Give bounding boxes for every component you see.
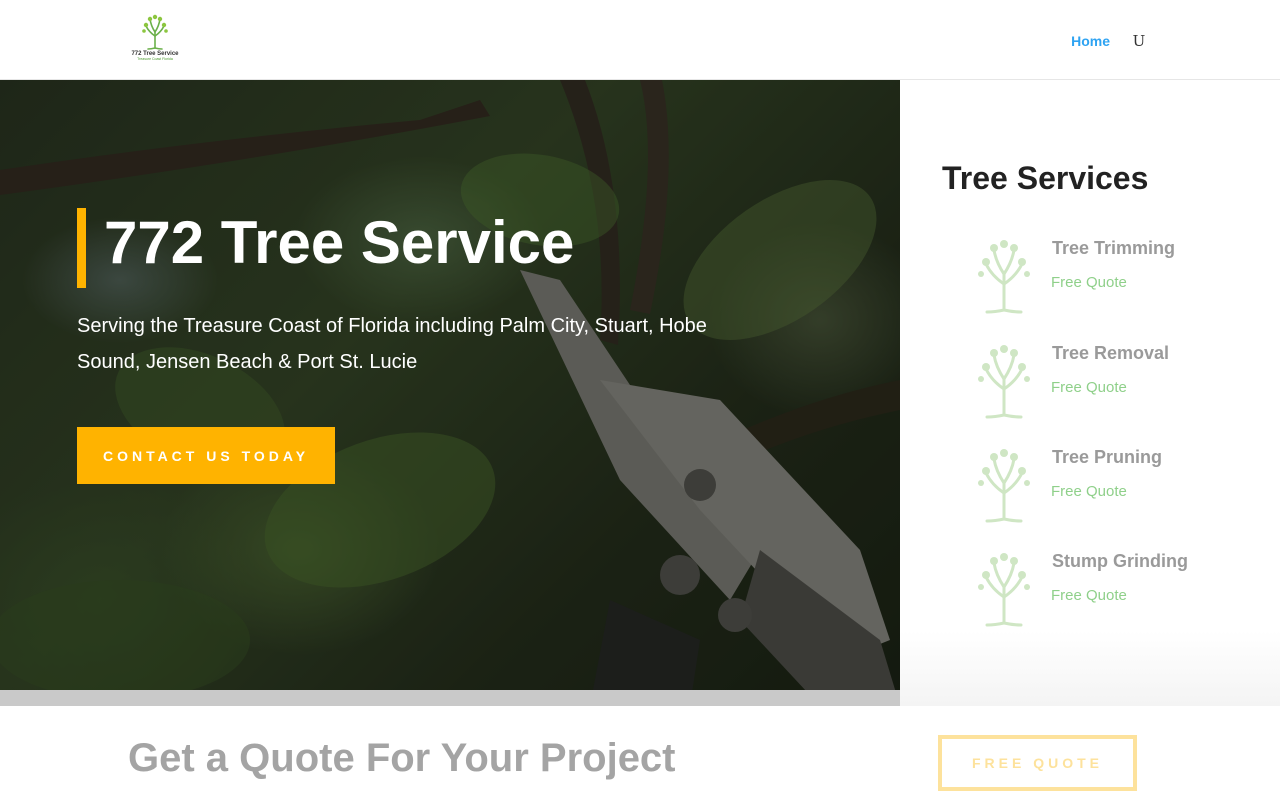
service-name: Tree Trimming <box>1052 238 1176 258</box>
service-name: Tree Pruning <box>1052 447 1163 467</box>
hero-dark-overlay <box>0 80 900 706</box>
free-quote-link[interactable]: Free Quote <box>1051 274 1127 291</box>
site-logo[interactable]: 772 Tree Service Treasure Coast Florida <box>128 14 182 66</box>
tree-icon <box>978 449 1030 523</box>
free-quote-link[interactable]: Free Quote <box>1051 379 1127 396</box>
free-quote-link[interactable]: Free Quote <box>1051 483 1127 500</box>
hero-title: 772 Tree Service <box>104 209 575 276</box>
contact-us-button[interactable]: CONTACT US TODAY <box>77 427 335 484</box>
tree-icon <box>978 553 1030 627</box>
service-item-tree-trimming[interactable]: Tree Trimming Free Quote <box>975 238 1235 318</box>
tree-icon <box>978 240 1030 314</box>
service-name: Stump Grinding <box>1052 551 1188 571</box>
hero-subtitle: Serving the Treasure Coast of Florida in… <box>77 315 707 373</box>
title-accent-bar <box>77 208 86 288</box>
service-item-tree-pruning[interactable]: Tree Pruning Free Quote <box>975 447 1235 527</box>
service-name: Tree Removal <box>1052 343 1170 363</box>
menu-icon[interactable]: U <box>1132 32 1146 50</box>
hero-section: 772 Tree Service Serving the Treasure Co… <box>0 80 900 706</box>
service-item-tree-removal[interactable]: Tree Removal Free Quote <box>975 343 1235 423</box>
tree-logo-icon <box>142 14 168 50</box>
logo-tagline-text: Treasure Coast Florida <box>137 57 173 61</box>
site-header: 772 Tree Service Treasure Coast Florida … <box>0 0 1280 80</box>
services-heading: Tree Services <box>942 160 1149 196</box>
service-item-stump-grinding[interactable]: Stump Grinding Free Quote <box>975 551 1235 631</box>
free-quote-link[interactable]: Free Quote <box>1051 587 1127 604</box>
free-quote-button[interactable]: FREE QUOTE <box>938 735 1137 791</box>
nav-home-link[interactable]: Home <box>1071 33 1110 49</box>
main-nav: Home U <box>1071 32 1146 50</box>
tree-services-panel: Tree Services Tree Trimming Free Quote T… <box>900 80 1280 706</box>
hero-bottom-divider <box>0 690 900 706</box>
tree-icon <box>978 345 1030 419</box>
quote-heading: Get a Quote For Your Project <box>128 736 676 780</box>
